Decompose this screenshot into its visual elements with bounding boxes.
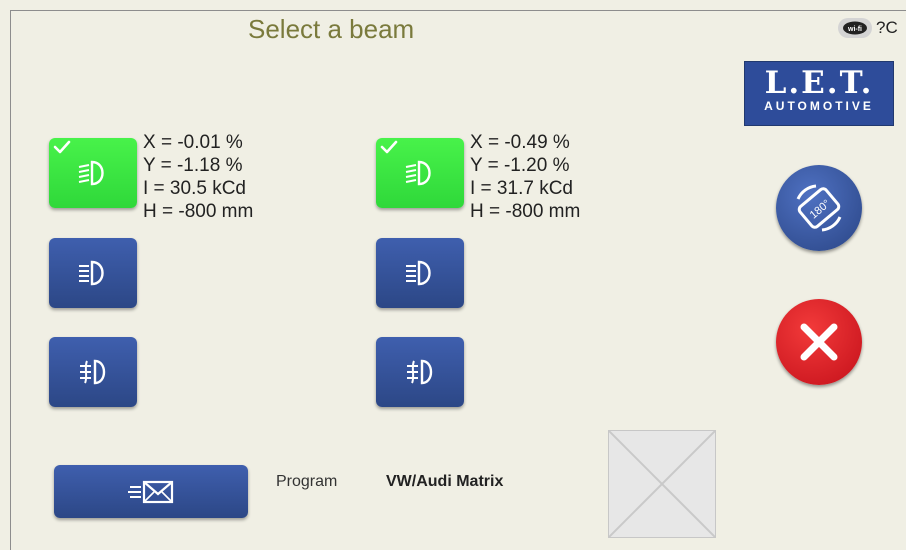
rotate-180-icon: 180° — [796, 184, 842, 232]
high-beam-icon — [406, 260, 431, 286]
send-button[interactable] — [54, 465, 248, 518]
right-y-value: Y = -1.20 % — [470, 155, 570, 176]
status-area: wi-fi ?C — [838, 18, 898, 38]
wifi-icon: wi-fi — [838, 18, 872, 38]
right-intensity-value: I = 31.7 kCd — [470, 178, 573, 199]
left-intensity-value: I = 30.5 kCd — [143, 178, 246, 199]
right-high-beam-button[interactable] — [376, 238, 464, 308]
right-fog-light-button[interactable] — [376, 337, 464, 407]
program-value: VW/Audi Matrix — [386, 473, 504, 490]
left-y-value: Y = -1.18 % — [143, 155, 243, 176]
check-icon — [53, 140, 71, 154]
send-mail-icon — [128, 480, 174, 503]
high-beam-icon — [79, 260, 104, 286]
page-title: Select a beam — [248, 14, 415, 44]
right-height-value: H = -800 mm — [470, 201, 581, 222]
right-low-beam-button[interactable] — [376, 138, 464, 208]
check-icon — [380, 140, 398, 154]
logo-sub-text: AUTOMOTIVE — [764, 99, 874, 113]
low-beam-icon — [405, 160, 431, 186]
left-fog-light-button[interactable] — [49, 337, 137, 407]
left-x-value: X = -0.01 % — [143, 132, 243, 153]
cancel-button[interactable] — [776, 299, 862, 385]
rotate-180-button[interactable]: 180° — [776, 165, 862, 251]
low-beam-icon — [78, 160, 104, 186]
logo-main-text: L.E.T. — [764, 65, 874, 101]
fog-light-icon — [407, 359, 433, 385]
right-readouts: X = -0.49 % Y = -1.20 % I = 31.7 kCd H =… — [470, 131, 580, 223]
wifi-badge-text: wi-fi — [847, 26, 862, 33]
image-placeholder — [608, 430, 716, 538]
left-low-beam-button[interactable] — [49, 138, 137, 208]
brand-logo: L.E.T. AUTOMOTIVE — [744, 61, 894, 126]
program-label: Program — [276, 473, 338, 490]
left-height-value: H = -800 mm — [143, 201, 254, 222]
left-high-beam-button[interactable] — [49, 238, 137, 308]
right-x-value: X = -0.49 % — [470, 132, 570, 153]
status-text: ?C — [876, 18, 898, 37]
fog-light-icon — [80, 359, 106, 385]
close-icon — [800, 323, 838, 361]
left-readouts: X = -0.01 % Y = -1.18 % I = 30.5 kCd H =… — [143, 131, 253, 223]
missing-image-icon — [608, 430, 716, 538]
